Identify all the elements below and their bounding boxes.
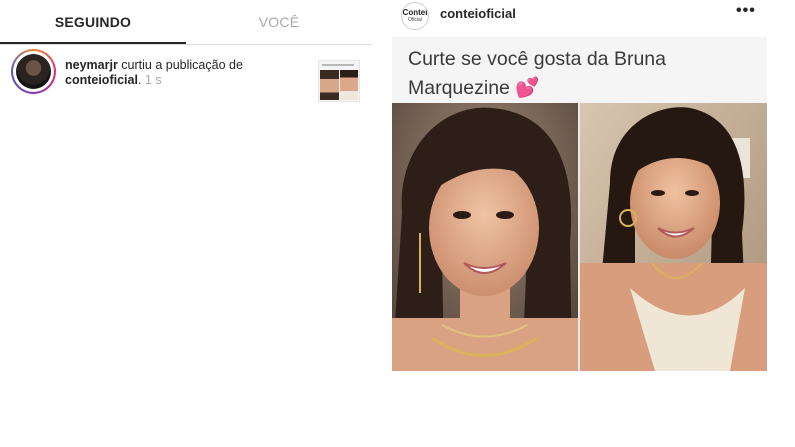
activity-panel: SEGUINDO VOCÊ neymarjr curtiu a publicaç… [0,0,372,447]
notification-action: curtiu a publicação de [117,58,243,72]
activity-tabs: SEGUINDO VOCÊ [0,0,372,45]
notification-item[interactable]: neymarjr curtiu a publicação de conteiof… [0,46,372,102]
post-username[interactable]: conteioficial [440,6,516,21]
post-caption-area: Curte se você gosta da Bruna Marquezine … [392,37,767,103]
post-image[interactable] [392,103,767,371]
active-tab-indicator [0,42,186,44]
post-caption: Curte se você gosta da Bruna Marquezine … [408,48,666,99]
notification-target-link[interactable]: conteioficial [65,73,138,87]
tab-following[interactable]: SEGUINDO [0,0,186,44]
post-avatar[interactable]: Contei Oficial [401,2,429,30]
two-hearts-emoji: 💕 [515,77,540,99]
notification-user-link[interactable]: neymarjr [65,58,118,72]
photo-right [580,103,767,371]
notification-time: 1 s [141,73,162,87]
more-horizontal-icon[interactable]: ••• [736,2,756,20]
photo-left [392,103,578,371]
post-thumbnail[interactable] [318,60,360,102]
story-ring[interactable] [11,49,56,94]
post-header: Contei Oficial conteioficial ••• [392,0,767,30]
post-panel: Contei Oficial conteioficial ••• Curte s… [392,0,767,372]
tab-you[interactable]: VOCÊ [186,0,372,44]
avatar [16,54,51,89]
notification-text: neymarjr curtiu a publicação de conteiof… [65,58,243,87]
